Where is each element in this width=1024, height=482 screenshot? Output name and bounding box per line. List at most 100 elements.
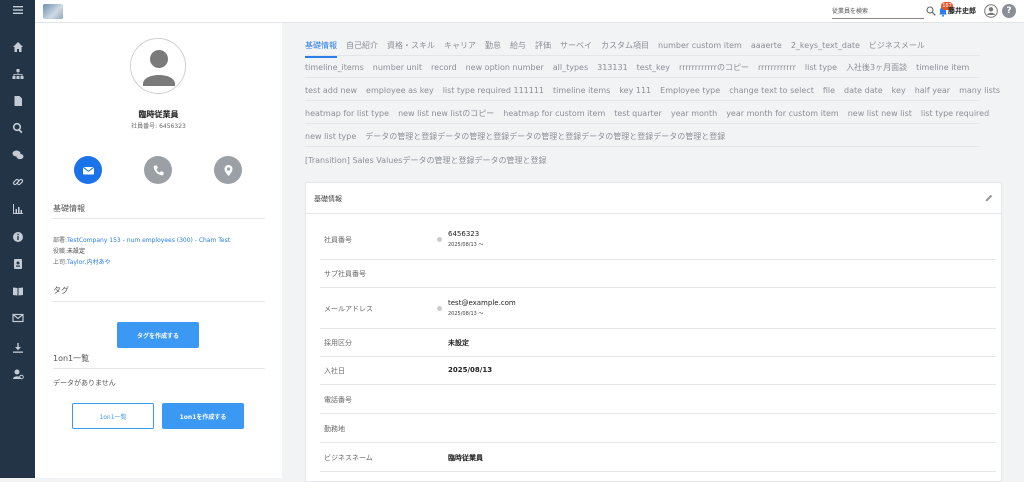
- info-icon[interactable]: [0, 226, 35, 248]
- tab-item[interactable]: rrrrrrrrrrrr: [758, 58, 796, 78]
- tab-item[interactable]: Employee type: [660, 81, 720, 101]
- help-icon[interactable]: ?: [1002, 4, 1016, 18]
- link-icon[interactable]: [0, 171, 35, 193]
- id-card-icon[interactable]: [0, 253, 35, 275]
- divider: [53, 368, 265, 369]
- department-link[interactable]: TestCompany 153 - num employees (300) - …: [67, 237, 230, 244]
- download-icon[interactable]: [0, 337, 35, 359]
- location-button[interactable]: [214, 156, 242, 184]
- tab-item[interactable]: 313131: [597, 58, 628, 78]
- menu-icon[interactable]: [0, 0, 35, 20]
- tab-item[interactable]: カスタム項目: [601, 36, 649, 56]
- role-label: 役職:: [53, 248, 68, 255]
- tab-item[interactable]: 2_keys_text_date: [791, 36, 860, 56]
- tab-item[interactable]: 給与: [510, 36, 526, 56]
- field-valid-from: 2025/08/13 ～: [448, 310, 484, 317]
- field-row: 電話番号: [320, 385, 996, 414]
- user-settings-icon[interactable]: [0, 363, 35, 385]
- tab-item[interactable]: test add new: [305, 81, 357, 101]
- chat-icon[interactable]: [0, 144, 35, 166]
- tab-item[interactable]: year month: [671, 104, 717, 124]
- field-row: 入社日 2025/08/13: [320, 357, 996, 385]
- field-row: サブ社員番号: [320, 260, 996, 288]
- field-label: 勤務地: [324, 424, 345, 433]
- pencil-icon[interactable]: [984, 193, 994, 203]
- basic-info-card: 基礎情報 社員番号 6456323 2025/08/13 ～ サブ社員番号 メールアドレ…: [305, 182, 1003, 482]
- field-value: 6456323: [448, 229, 480, 238]
- tab-item[interactable]: list type required 111111: [443, 81, 544, 101]
- create-tag-button[interactable]: タグを作成する: [117, 322, 199, 348]
- mail-button[interactable]: [74, 156, 102, 184]
- card-title: 基礎情報: [314, 195, 342, 203]
- tab-item[interactable]: change text to select: [729, 81, 814, 101]
- tab-item[interactable]: timeline items: [553, 81, 610, 101]
- tab-item[interactable]: aaaerte: [751, 36, 782, 56]
- tab-item[interactable]: key: [892, 81, 906, 101]
- tab-item[interactable]: heatmap for list type: [305, 104, 389, 124]
- tab-item[interactable]: rrrrrrrrrrrrのコピー: [679, 58, 749, 78]
- tab-item[interactable]: timeline item: [916, 58, 969, 78]
- phone-button[interactable]: [144, 156, 172, 184]
- tab-item[interactable]: 資格・スキル: [387, 36, 435, 56]
- field-row: ビジネスネーム 臨時従業員: [320, 443, 996, 472]
- chart-icon[interactable]: [0, 198, 35, 220]
- book-icon[interactable]: [0, 280, 35, 302]
- one-on-one-list-button[interactable]: 1on1一覧: [72, 403, 154, 429]
- tab-row: [Transition] Sales Valuesデータの管理と登録データの管理…: [305, 148, 980, 171]
- location-pin-icon: [224, 164, 232, 176]
- tab-item[interactable]: record: [431, 58, 457, 78]
- tab-item[interactable]: ビジネスメール: [869, 36, 925, 56]
- tab-item[interactable]: number unit: [373, 58, 422, 78]
- user-avatar-icon[interactable]: [984, 4, 998, 18]
- tab-item[interactable]: サーベイ: [560, 36, 592, 56]
- tab-row: 基礎情報 自己紹介 資格・スキル キャリア 勤怠 給与 評価 サーベイ カスタム項目 number…: [305, 33, 980, 58]
- mail-icon: [82, 166, 94, 174]
- tab-item[interactable]: many lists: [959, 81, 1000, 101]
- tab-item[interactable]: 勤怠: [485, 36, 501, 56]
- tab-row: timeline_items number unit record new optio…: [305, 55, 980, 78]
- tab-item[interactable]: number custom item: [658, 36, 742, 56]
- home-icon[interactable]: [0, 36, 35, 58]
- tab-item[interactable]: employee as key: [366, 81, 434, 101]
- tab-item[interactable]: test quarter: [614, 104, 662, 124]
- tab-item[interactable]: 入社後3ヶ月面談: [846, 58, 907, 78]
- search-icon[interactable]: [926, 6, 936, 16]
- create-one-on-one-button[interactable]: 1on1を作成する: [162, 403, 244, 429]
- person-icon: [143, 50, 175, 86]
- mail-icon[interactable]: [0, 307, 35, 329]
- tab-item[interactable]: key 111: [619, 81, 651, 101]
- tab-item[interactable]: new list new listのコピー: [398, 104, 494, 124]
- user-name[interactable]: 藤井史郎: [948, 6, 976, 16]
- tab-item[interactable]: heatmap for custom item: [503, 104, 605, 124]
- tab-item[interactable]: timeline_items: [305, 58, 364, 78]
- field-row: 採用区分 未設定: [320, 329, 996, 357]
- company-logo[interactable]: [43, 4, 63, 19]
- boss-row: 上司:Taylor,内村あや: [53, 257, 111, 266]
- document-icon[interactable]: [0, 90, 35, 112]
- tab-item[interactable]: new option number: [466, 58, 544, 78]
- tab-item[interactable]: date date: [844, 81, 883, 101]
- tab-item[interactable]: half year: [915, 81, 950, 101]
- tab-item[interactable]: list type required: [921, 104, 989, 124]
- one-on-one-heading: 1on1一覧: [53, 354, 90, 363]
- tab-item[interactable]: データの管理と登録データの管理と登録データの管理と登録データの管理と登録データの…: [365, 127, 725, 147]
- tab-row: test add new employee as key list type req…: [305, 78, 1000, 101]
- org-chart-icon[interactable]: [0, 63, 35, 85]
- tab-item[interactable]: 評価: [535, 36, 551, 56]
- tab-item[interactable]: 自己紹介: [346, 36, 378, 56]
- search-icon[interactable]: [0, 117, 35, 139]
- boss-link[interactable]: Taylor,内村あや: [67, 259, 111, 266]
- status-dot: [437, 305, 442, 311]
- tab-item[interactable]: list type: [805, 58, 837, 78]
- employee-search-input[interactable]: [832, 5, 924, 19]
- tags-heading: タグ: [53, 286, 69, 295]
- field-label: 電話番号: [324, 395, 352, 404]
- tab-item[interactable]: [Transition] Sales Valuesデータの管理と登録データの管理…: [305, 151, 546, 171]
- tab-item[interactable]: year month for custom item: [726, 104, 839, 124]
- tab-item[interactable]: new list new list: [848, 104, 912, 124]
- tab-item[interactable]: test_key: [637, 58, 670, 78]
- tab-item[interactable]: new list type: [305, 127, 356, 147]
- tab-item[interactable]: all_types: [553, 58, 588, 78]
- tab-item[interactable]: キャリア: [444, 36, 476, 56]
- tab-item[interactable]: file: [823, 81, 835, 101]
